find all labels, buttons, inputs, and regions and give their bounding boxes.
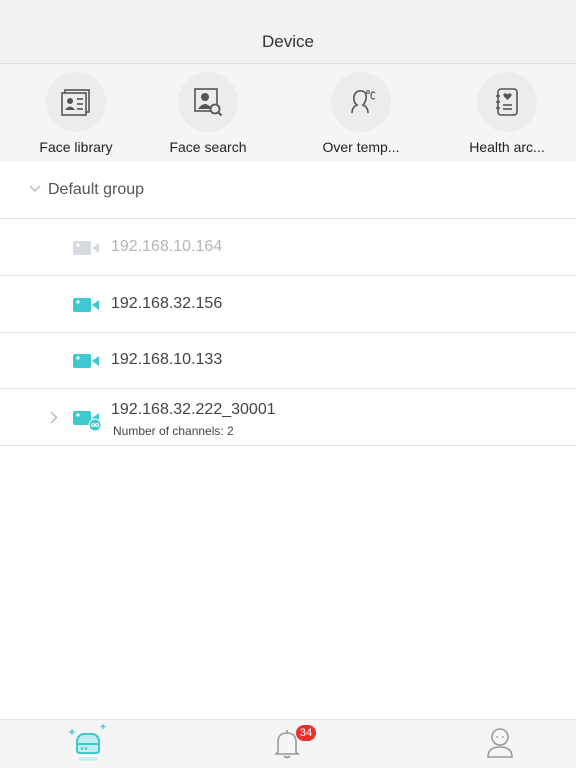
device-ip: 192.168.10.133 (111, 351, 223, 368)
device-row[interactable]: 192.168.32.156 (0, 276, 576, 333)
health-archive-label: Health arc... (469, 139, 545, 155)
chevron-down-icon (29, 185, 41, 193)
camera-icon (73, 354, 99, 368)
tab-profile[interactable] (470, 720, 530, 768)
page-title: Device (262, 32, 314, 51)
nav-header: Device (0, 0, 576, 64)
device-ip: 192.168.32.156 (111, 295, 223, 312)
face-library-button[interactable]: Face library (6, 72, 146, 160)
group-default[interactable]: Default group (0, 162, 576, 219)
feature-bar: Face library Face search Over temp... He… (0, 64, 576, 162)
over-temperature-button[interactable]: Over temp... (291, 72, 431, 160)
face-search-label: Face search (169, 139, 247, 155)
device-row[interactable]: 192.168.10.164 (0, 219, 576, 276)
health-archive-icon (496, 88, 518, 116)
device-row-nvr[interactable]: 192.168.32.222_30001 Number of channels:… (0, 389, 576, 446)
face-search-icon (194, 88, 223, 117)
device-row[interactable]: 192.168.10.133 (0, 332, 576, 389)
tab-bar: 34 (0, 719, 576, 768)
device-icon (69, 724, 106, 761)
health-archive-button[interactable]: Health arc... (437, 72, 576, 160)
group-label: Default group (48, 181, 145, 198)
camera-offline-icon (73, 241, 99, 255)
face-library-icon (61, 89, 90, 116)
over-temperature-label: Over temp... (322, 139, 400, 155)
user-icon (487, 728, 513, 758)
face-search-button[interactable]: Face search (138, 72, 278, 160)
device-ip: 192.168.10.164 (111, 238, 223, 255)
camera-icon (73, 298, 99, 312)
notification-badge: 34 (296, 725, 316, 741)
multi-channel-camera-icon (73, 411, 101, 432)
tab-device[interactable] (58, 720, 118, 768)
channel-count: Number of channels: 2 (113, 424, 234, 438)
face-library-label: Face library (39, 139, 113, 155)
device-ip: 192.168.32.222_30001 (111, 401, 276, 418)
over-temperature-icon (351, 90, 376, 114)
chevron-right-icon[interactable] (50, 411, 58, 424)
